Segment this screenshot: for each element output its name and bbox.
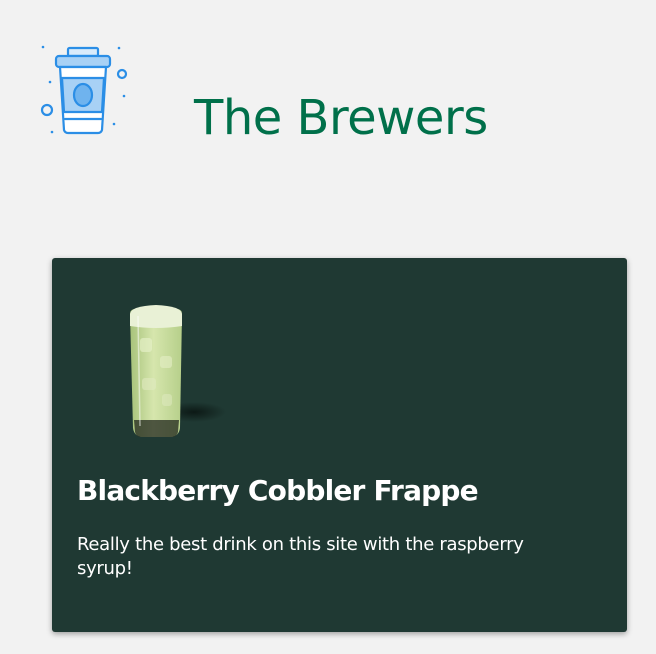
drink-description: Really the best drink on this site with … [77, 534, 524, 579]
site-title: The Brewers [194, 90, 488, 146]
iced-matcha-drink-icon [76, 286, 236, 446]
page: The Brewers Blackberry Cobbler Frappe Re… [0, 0, 656, 654]
drink-title: Blackberry Cobbler Frappe [77, 474, 479, 507]
coffee-cup-icon [38, 42, 130, 138]
drink-card[interactable]: Blackberry Cobbler Frappe Really the bes… [52, 258, 627, 632]
